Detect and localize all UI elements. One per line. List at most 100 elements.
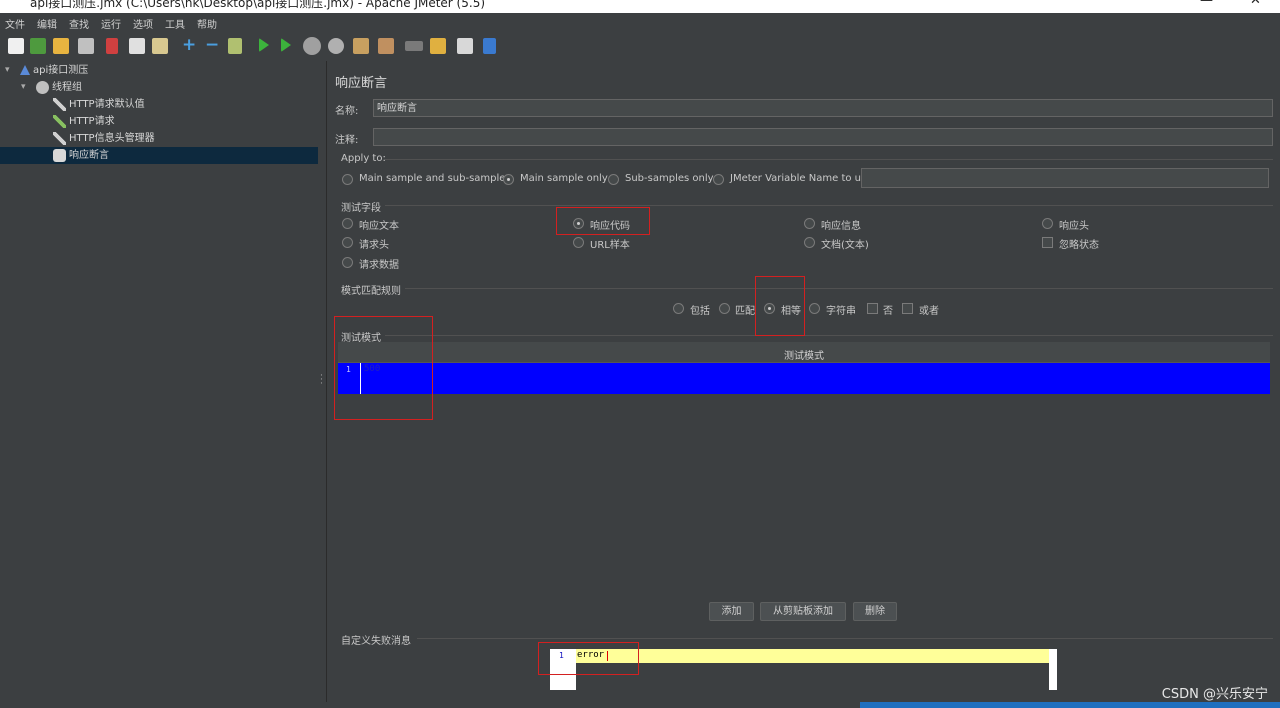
shutdown-icon[interactable] <box>328 38 344 54</box>
patterns-separator <box>385 335 1273 336</box>
radio-main-and-sub-label: Main sample and sub-samples <box>359 173 511 184</box>
patterns-table-header: 测试模式 <box>338 342 1270 363</box>
add-button[interactable]: 添加 <box>709 602 754 621</box>
not-label: 否 <box>883 306 893 317</box>
tree-node-response-assertion[interactable]: 响应断言 <box>0 147 318 164</box>
start-icon[interactable] <box>259 38 269 52</box>
search-icon[interactable] <box>405 41 423 51</box>
save-icon[interactable] <box>78 38 94 54</box>
wrench-icon <box>53 97 66 111</box>
radio-main-only-label: Main sample only <box>520 173 608 184</box>
tree-node-label: HTTP信息头管理器 <box>69 133 155 144</box>
close-button[interactable]: ✕ <box>1250 0 1261 8</box>
comment-field[interactable] <box>373 128 1273 146</box>
radio-contains[interactable] <box>673 303 684 314</box>
menu-edit[interactable]: 编辑 <box>37 16 57 31</box>
radio-response-message[interactable] <box>804 218 815 229</box>
function-helper-icon[interactable] <box>457 38 473 54</box>
radio-response-headers[interactable] <box>1042 218 1053 229</box>
toggle-icon[interactable] <box>228 38 242 54</box>
expand-icon[interactable]: + <box>182 35 196 55</box>
cut-icon[interactable] <box>106 38 118 54</box>
table-row[interactable]: 1 500 <box>338 363 1270 394</box>
ignore-status-checkbox[interactable] <box>1042 237 1053 248</box>
radio-request-data[interactable] <box>342 257 353 268</box>
radio-response-headers-label: 响应头 <box>1059 221 1089 232</box>
copy-icon[interactable] <box>129 38 145 54</box>
comment-label: 注释: <box>335 135 359 146</box>
panel-splitter[interactable]: · · · <box>318 61 327 702</box>
splitter-grip: · · · <box>320 371 323 389</box>
clear-icon[interactable] <box>353 38 369 54</box>
radio-request-headers[interactable] <box>342 237 353 248</box>
field-to-test-separator <box>385 205 1273 206</box>
name-label: 名称: <box>335 106 359 117</box>
tree-node-label: HTTP请求 <box>69 116 115 127</box>
collapse-thread-group-chevron[interactable]: ▾ <box>21 82 26 92</box>
patterns-column-header: 测试模式 <box>784 351 824 362</box>
menu-options[interactable]: 选项 <box>133 16 153 31</box>
new-icon[interactable] <box>8 38 24 54</box>
collapse-icon[interactable]: − <box>205 35 219 55</box>
help-icon[interactable] <box>483 38 496 54</box>
ignore-status-label: 忽略状态 <box>1059 240 1099 251</box>
radio-main-only[interactable] <box>503 174 514 185</box>
collapse-root-chevron[interactable]: ▾ <box>5 65 10 75</box>
delete-button[interactable]: 删除 <box>853 602 897 621</box>
radio-matches[interactable] <box>719 303 730 314</box>
menu-help[interactable]: 帮助 <box>197 16 217 31</box>
annotation-box-failure-message <box>538 642 639 675</box>
radio-substring-label: 字符串 <box>826 306 856 317</box>
radio-main-and-sub[interactable] <box>342 174 353 185</box>
menu-tools[interactable]: 工具 <box>165 16 185 31</box>
editor-scroll-edge <box>1049 649 1057 690</box>
radio-request-headers-label: 请求头 <box>359 240 389 251</box>
or-label: 或者 <box>919 306 939 317</box>
pattern-rules-label: 模式匹配规则 <box>341 286 401 297</box>
field-to-test-label: 测试字段 <box>341 203 381 214</box>
menu-run[interactable]: 运行 <box>101 16 121 31</box>
apply-to-separator <box>385 159 1273 160</box>
radio-request-data-label: 请求数据 <box>359 260 399 271</box>
radio-substring[interactable] <box>809 303 820 314</box>
tree-node-http-request[interactable]: HTTP请求 <box>53 113 115 130</box>
reset-search-icon[interactable] <box>430 38 446 54</box>
tree-node-test-plan[interactable]: api接口测压 <box>20 62 88 79</box>
tree-node-http-defaults[interactable]: HTTP请求默认值 <box>53 96 145 113</box>
radio-jmeter-variable[interactable] <box>713 174 724 185</box>
clear-all-icon[interactable] <box>378 38 394 54</box>
radio-response-text[interactable] <box>342 218 353 229</box>
pen-icon <box>53 114 66 128</box>
assertion-panel: 响应断言 名称: 响应断言 注释: Apply to: Main sample … <box>327 61 1280 702</box>
tree-node-label: 响应断言 <box>69 150 109 161</box>
radio-response-text-label: 响应文本 <box>359 221 399 232</box>
toolbar: + − <box>0 31 1280 62</box>
minimize-button[interactable]: — <box>1200 0 1213 8</box>
name-field[interactable]: 响应断言 <box>373 99 1273 117</box>
wrench-icon <box>53 131 66 145</box>
annotation-box-response-code <box>556 207 650 235</box>
or-checkbox[interactable] <box>902 303 913 314</box>
radio-matches-label: 匹配 <box>735 306 755 317</box>
radio-url-sampled[interactable] <box>573 237 584 248</box>
tree-node-thread-group[interactable]: 线程组 <box>36 79 82 96</box>
custom-failure-label: 自定义失败消息 <box>341 636 411 647</box>
menu-bar: 文件 编辑 查找 运行 选项 工具 帮助 <box>0 13 1280 32</box>
jmeter-variable-input[interactable] <box>861 168 1269 188</box>
paste-icon[interactable] <box>152 38 168 54</box>
templates-icon[interactable] <box>30 38 46 54</box>
not-checkbox[interactable] <box>867 303 878 314</box>
add-from-clipboard-button[interactable]: 从剪贴板添加 <box>760 602 846 621</box>
window-title: api接口测压.jmx (C:\Users\hk\Desktop\api接口测压… <box>30 0 486 10</box>
menu-search[interactable]: 查找 <box>69 16 89 31</box>
radio-sub-only[interactable] <box>608 174 619 185</box>
tree-node-header-manager[interactable]: HTTP信息头管理器 <box>53 130 155 147</box>
radio-document-text[interactable] <box>804 237 815 248</box>
menu-file[interactable]: 文件 <box>5 16 25 31</box>
open-icon[interactable] <box>53 38 69 54</box>
start-no-pause-icon[interactable] <box>281 38 291 52</box>
radio-response-message-label: 响应信息 <box>821 221 861 232</box>
stop-icon[interactable] <box>303 37 321 55</box>
annotation-box-equals <box>755 276 805 336</box>
tree-node-label: HTTP请求默认值 <box>69 99 145 110</box>
